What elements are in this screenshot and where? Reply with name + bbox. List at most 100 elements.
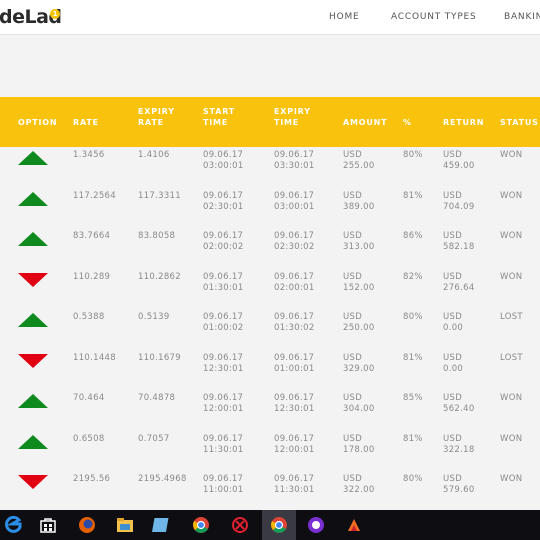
- amount-cell: USD 304.00: [343, 393, 375, 414]
- call-up-arrow-icon: [18, 151, 48, 165]
- app-icon[interactable]: [152, 515, 172, 535]
- return-cell: USD 582.18: [443, 231, 475, 252]
- start-time-cell: 09.06.17 01:00:02: [203, 312, 244, 333]
- table-row: 70.464 70.4878 09.06.17 12:00:01 09.06.17 12:…: [0, 390, 540, 431]
- return-cell: USD 459.00: [443, 150, 475, 171]
- percent-cell: 82%: [403, 271, 423, 282]
- table-row: 110.289 110.2862 09.06.17 01:30:01 09.06.17 0…: [0, 269, 540, 310]
- expiry-rate-cell: 110.1679: [138, 352, 181, 363]
- start-time-cell: 09.06.17 03:00:01: [203, 150, 244, 171]
- put-down-arrow-icon: [18, 272, 48, 287]
- app-red-icon[interactable]: [230, 515, 250, 535]
- rate-cell: 2195.56: [73, 474, 111, 484]
- rate-cell: 70.464: [73, 393, 105, 403]
- rate-cell: 110.289: [73, 271, 111, 282]
- percent-cell: 86%: [403, 231, 423, 241]
- table-row: 0.6508 0.7057 09.06.17 11:30:01 09.06.17 12:0…: [0, 431, 540, 472]
- return-cell: USD 0.00: [443, 312, 464, 333]
- start-time-cell: 09.06.17 02:00:02: [203, 231, 244, 252]
- rate-cell: 110.1448: [73, 352, 116, 363]
- return-cell: USD 0.00: [443, 352, 464, 374]
- chrome-active-icon[interactable]: [269, 515, 289, 535]
- expiry-rate-cell: 83.8058: [138, 231, 176, 241]
- rate-cell: 0.5388: [73, 312, 105, 322]
- column-header-start-time: START TIME: [203, 107, 236, 127]
- call-up-arrow-icon: [18, 191, 48, 206]
- amount-cell: USD 152.00: [343, 271, 375, 293]
- status-cell: WON: [500, 190, 523, 201]
- percent-cell: 81%: [403, 352, 423, 363]
- status-cell: WON: [500, 393, 523, 403]
- start-time-cell: 09.06.17 02:30:01: [203, 190, 244, 212]
- expiry-rate-cell: 117.3311: [138, 190, 181, 201]
- table-row: 0.5388 0.5139 09.06.17 01:00:02 09.06.17 01:3…: [0, 309, 540, 350]
- expiry-rate-cell: 0.5139: [138, 312, 170, 322]
- table-row: 2195.56 2195.4968 09.06.17 11:00:01 09.06.17…: [0, 471, 540, 510]
- store-icon[interactable]: [38, 515, 58, 535]
- taskbar: [0, 510, 540, 540]
- column-header-expiry-rate: EXPIRY RATE: [138, 107, 175, 127]
- app-orange-icon[interactable]: [344, 515, 364, 535]
- column-header-expiry-time: EXPIRY TIME: [274, 107, 311, 127]
- start-time-cell: 09.06.17 11:00:01: [203, 474, 244, 495]
- status-cell: WON: [500, 474, 523, 484]
- firefox-icon[interactable]: [77, 515, 97, 535]
- table-row: 83.7664 83.8058 09.06.17 02:00:02 09.06.17 02…: [0, 228, 540, 269]
- expiry-rate-cell: 70.4878: [138, 393, 176, 403]
- expiry-time-cell: 09.06.17 01:00:01: [274, 352, 315, 374]
- file-explorer-icon[interactable]: [115, 515, 135, 535]
- nav-home-link[interactable]: HOME: [329, 12, 360, 22]
- rate-cell: 1.3456: [73, 150, 105, 160]
- percent-cell: 80%: [403, 150, 423, 160]
- logo-badge: 1: [50, 9, 60, 19]
- expiry-time-cell: 09.06.17 01:30:02: [274, 312, 315, 333]
- expiry-rate-cell: 1.4106: [138, 150, 170, 160]
- amount-cell: USD 255.00: [343, 150, 375, 171]
- percent-cell: 85%: [403, 393, 423, 403]
- rate-cell: 117.2564: [73, 190, 116, 201]
- percent-cell: 81%: [403, 190, 423, 201]
- call-up-arrow-icon: [18, 434, 48, 449]
- amount-cell: USD 322.00: [343, 474, 375, 495]
- status-cell: WON: [500, 231, 523, 241]
- return-cell: USD 704.09: [443, 190, 475, 212]
- edge-icon[interactable]: [4, 515, 24, 535]
- start-time-cell: 09.06.17 12:00:01: [203, 393, 244, 414]
- return-cell: USD 579.60: [443, 474, 475, 495]
- status-cell: LOST: [500, 352, 523, 363]
- table-row: 110.1448 110.1679 09.06.17 12:30:01 09.06.17…: [0, 350, 540, 391]
- expiry-time-cell: 09.06.17 03:30:01: [274, 150, 315, 171]
- expiry-rate-cell: 0.7057: [138, 433, 170, 444]
- start-time-cell: 09.06.17 12:30:01: [203, 352, 244, 374]
- start-time-cell: 09.06.17 01:30:01: [203, 271, 244, 293]
- percent-cell: 80%: [403, 312, 423, 322]
- status-cell: LOST: [500, 312, 523, 322]
- column-header-return: RETURN: [443, 118, 485, 127]
- return-cell: USD 276.64: [443, 271, 475, 293]
- top-navbar: deLad 1 HOME ACCOUNT TYPES BANKIN: [0, 0, 540, 35]
- trades-table-body: 1.3456 1.4106 09.06.17 03:00:01 09.06.17 03:3…: [0, 147, 540, 510]
- nav-banking-link[interactable]: BANKIN: [504, 12, 540, 22]
- table-row: 1.3456 1.4106 09.06.17 03:00:01 09.06.17 03:3…: [0, 147, 540, 188]
- expiry-time-cell: 09.06.17 11:30:01: [274, 474, 315, 495]
- rate-cell: 0.6508: [73, 433, 105, 444]
- table-header: OPTION RATE EXPIRY RATE START TIME EXPIRY T…: [0, 97, 540, 147]
- table-row: 117.2564 117.3311 09.06.17 02:30:01 09.06.17…: [0, 188, 540, 229]
- expiry-time-cell: 09.06.17 12:30:01: [274, 393, 315, 414]
- status-cell: WON: [500, 150, 523, 160]
- column-header-percent: %: [403, 118, 412, 127]
- messenger-icon[interactable]: [306, 515, 326, 535]
- return-cell: USD 562.40: [443, 393, 475, 414]
- expiry-time-cell: 09.06.17 02:30:02: [274, 231, 315, 252]
- amount-cell: USD 313.00: [343, 231, 375, 252]
- call-up-arrow-icon: [18, 313, 48, 327]
- nav-account-types-link[interactable]: ACCOUNT TYPES: [391, 12, 477, 22]
- call-up-arrow-icon: [18, 232, 48, 246]
- status-cell: WON: [500, 271, 523, 282]
- chrome-icon[interactable]: [191, 515, 211, 535]
- return-cell: USD 322.18: [443, 433, 475, 455]
- amount-cell: USD 389.00: [343, 190, 375, 212]
- percent-cell: 81%: [403, 433, 423, 444]
- amount-cell: USD 250.00: [343, 312, 375, 333]
- start-time-cell: 09.06.17 11:30:01: [203, 433, 244, 455]
